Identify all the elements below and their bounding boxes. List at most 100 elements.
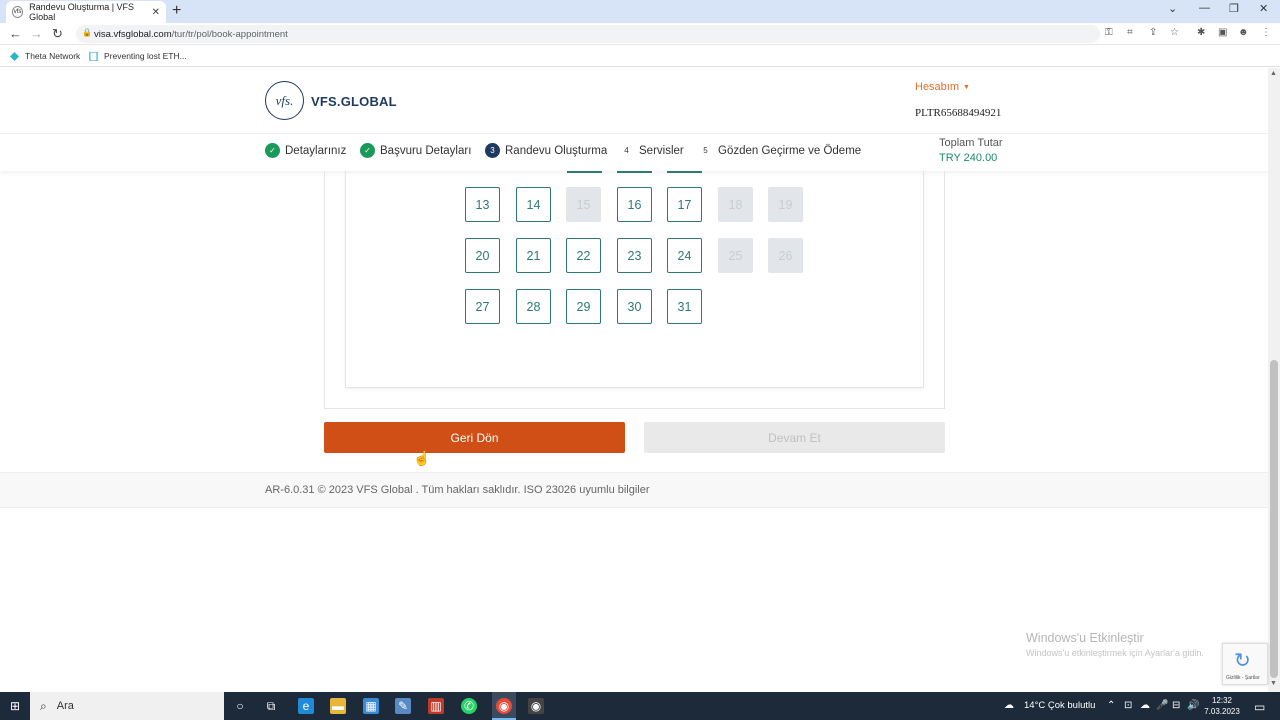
search-placeholder: Ara bbox=[56, 700, 74, 712]
calendar-day-available[interactable]: 13 bbox=[465, 187, 500, 222]
calendar-day-available[interactable]: 29 bbox=[566, 289, 601, 324]
page-scrollbar[interactable]: ▲ ▼ bbox=[1268, 68, 1280, 692]
bookmarks-bar: Theta Network Preventing lost ETH... bbox=[0, 45, 1280, 67]
step-label: Randevu Oluşturma bbox=[505, 144, 608, 157]
calendar-day-available[interactable]: 30 bbox=[617, 289, 652, 324]
calendar-day-available[interactable]: 31 bbox=[667, 289, 702, 324]
taskbar-search[interactable]: ⌕ Ara bbox=[30, 692, 224, 720]
weather-icon[interactable]: ☁ bbox=[1004, 700, 1014, 711]
side-panel-icon[interactable]: ▣ bbox=[1218, 27, 1227, 38]
store-icon[interactable]: ▦ bbox=[363, 698, 379, 714]
chrome-icon[interactable]: ◉ bbox=[496, 698, 512, 714]
progress-stepper: ✓ Detaylarınız ✓ Başvuru Detayları 3 Ran… bbox=[0, 135, 1268, 171]
tray-app-icon[interactable]: ⊡ bbox=[1124, 700, 1132, 711]
step-label: Detaylarınız bbox=[285, 144, 347, 157]
back-arrow-icon[interactable]: ← bbox=[9, 26, 22, 41]
edge-icon[interactable]: e bbox=[298, 698, 314, 714]
step-number: 5 bbox=[698, 143, 713, 158]
calendar-day-partial bbox=[667, 171, 702, 173]
network-icon[interactable]: ⊟ bbox=[1172, 700, 1180, 711]
continue-button[interactable]: Devam Et bbox=[644, 422, 945, 453]
account-menu[interactable]: Hesabım ▼ bbox=[915, 81, 970, 93]
url-path: /tur/tr/pol/book-appointment bbox=[171, 28, 288, 40]
step-number: 4 bbox=[619, 143, 634, 158]
browser-menu-icon[interactable]: ⋮ bbox=[1261, 27, 1271, 38]
calendar-day-partial bbox=[567, 171, 602, 173]
site-header: vfs. VFS.GLOBAL Hesabım ▼ PLTR65688494921 bbox=[0, 68, 1268, 134]
close-tab-icon[interactable]: ✕ bbox=[152, 7, 160, 18]
calendar-day-unavailable: 26 bbox=[768, 238, 803, 273]
windows-activation-title: Windows'u Etkinleştir bbox=[1026, 631, 1144, 645]
cortana-icon[interactable]: ○ bbox=[232, 698, 248, 714]
restore-icon[interactable]: ❐ bbox=[1229, 2, 1239, 15]
forward-arrow-icon[interactable]: → bbox=[30, 26, 43, 41]
calendar-day-available[interactable]: 14 bbox=[516, 187, 551, 222]
weather-text[interactable]: 14°C Çok bulutlu bbox=[1024, 700, 1095, 711]
tray-app-icon[interactable]: ☁ bbox=[1140, 700, 1150, 711]
lock-icon: 🔒 bbox=[82, 28, 92, 37]
document-icon bbox=[89, 51, 98, 61]
calendar-day-unavailable: 19 bbox=[768, 187, 803, 222]
scrollbar-thumb[interactable] bbox=[1270, 360, 1278, 678]
reload-icon[interactable]: ↻ bbox=[52, 26, 63, 42]
bookmark-label: Preventing lost ETH... bbox=[104, 51, 187, 61]
bookmark-star-icon[interactable]: ☆ bbox=[1170, 27, 1179, 38]
page-footer: AR-6.0.31 © 2023 VFS Global . Tüm haklar… bbox=[0, 472, 1268, 508]
tab-search-chevron-icon[interactable]: ⌄ bbox=[1168, 2, 1177, 15]
share-icon[interactable]: ⇪ bbox=[1149, 27, 1157, 38]
recorder-icon[interactable]: ◉ bbox=[528, 698, 544, 714]
step-services: 4 Servisler bbox=[619, 143, 684, 158]
check-icon: ✓ bbox=[265, 143, 280, 158]
step-details: ✓ Detaylarınız bbox=[265, 143, 346, 158]
app-icon[interactable]: ✎ bbox=[395, 698, 411, 714]
back-button[interactable]: Geri Dön bbox=[324, 422, 625, 453]
calendar-day-available[interactable]: 20 bbox=[465, 238, 500, 273]
calendar-day-available[interactable]: 17 bbox=[667, 187, 702, 222]
windows-start-icon[interactable]: ⊞ bbox=[10, 699, 20, 713]
step-application-details: ✓ Başvuru Detayları bbox=[360, 143, 471, 158]
profile-avatar-icon[interactable]: ☻ bbox=[1238, 27, 1249, 38]
calendar-day-available[interactable]: 24 bbox=[667, 238, 702, 273]
calendar-day-available[interactable]: 21 bbox=[516, 238, 551, 273]
step-review-payment: 5 Gözden Geçirme ve Ödeme bbox=[698, 143, 861, 158]
total-amount-label: Toplam Tutar bbox=[939, 137, 1003, 149]
notifications-icon[interactable]: ▭ bbox=[1254, 700, 1265, 714]
clock-time: 12:32 bbox=[1211, 696, 1233, 705]
close-window-icon[interactable]: ✕ bbox=[1259, 2, 1268, 15]
clock-date: 7.03.2023 bbox=[1204, 707, 1240, 716]
microphone-icon[interactable]: 🎤 bbox=[1156, 700, 1168, 711]
bookmark-item[interactable]: Theta Network bbox=[10, 51, 80, 61]
translate-icon[interactable]: ⌗ bbox=[1127, 27, 1133, 38]
browser-tab-bar: vfs Randevu Oluşturma | VFS Global ✕ + ⌄… bbox=[0, 0, 1280, 23]
url-field[interactable]: 🔒 visa.vfsglobal.com/tur/tr/pol/book-app… bbox=[76, 25, 1100, 43]
caret-down-icon: ▼ bbox=[963, 83, 970, 91]
app-icon[interactable]: ▥ bbox=[428, 698, 444, 714]
scroll-up-icon[interactable]: ▲ bbox=[1270, 70, 1277, 77]
url-host: visa.vfsglobal.com bbox=[94, 28, 172, 40]
bookmark-item[interactable]: Preventing lost ETH... bbox=[89, 51, 187, 61]
vfs-logo-icon[interactable]: vfs. bbox=[265, 81, 304, 120]
calendar-day-available[interactable]: 27 bbox=[465, 289, 500, 324]
task-view-icon[interactable]: ⧉ bbox=[263, 698, 279, 714]
calendar-day-available[interactable]: 23 bbox=[617, 238, 652, 273]
minimize-icon[interactable]: — bbox=[1199, 2, 1210, 14]
new-tab-icon[interactable]: + bbox=[172, 2, 181, 20]
file-explorer-icon[interactable]: ▬ bbox=[330, 698, 346, 714]
whatsapp-icon[interactable]: ✆ bbox=[461, 698, 477, 714]
tray-chevron-icon[interactable]: ⌃ bbox=[1107, 700, 1115, 711]
recaptcha-badge[interactable]: ↻ Gizlilik - Şartlar bbox=[1222, 643, 1268, 685]
taskbar-clock[interactable]: 12:32 7.03.2023 bbox=[1198, 695, 1246, 717]
vfs-favicon-icon: vfs bbox=[12, 6, 24, 18]
calendar-day-available[interactable]: 16 bbox=[617, 187, 652, 222]
browser-tab[interactable]: vfs Randevu Oluşturma | VFS Global ✕ bbox=[6, 1, 166, 23]
recaptcha-icon: ↻ bbox=[1234, 650, 1251, 672]
recaptcha-links[interactable]: Gizlilik - Şartlar bbox=[1226, 675, 1260, 681]
extensions-puzzle-icon[interactable]: ✱ bbox=[1197, 27, 1205, 38]
scroll-down-icon[interactable]: ▼ bbox=[1270, 680, 1277, 687]
key-icon[interactable]: ⚿ bbox=[1105, 27, 1113, 38]
step-label: Gözden Geçirme ve Ödeme bbox=[718, 144, 862, 157]
calendar-day-available[interactable]: 22 bbox=[566, 238, 601, 273]
total-amount-value: TRY 240.00 bbox=[939, 152, 998, 164]
vfs-logo-text[interactable]: VFS.GLOBAL bbox=[311, 94, 397, 109]
calendar-day-available[interactable]: 28 bbox=[516, 289, 551, 324]
